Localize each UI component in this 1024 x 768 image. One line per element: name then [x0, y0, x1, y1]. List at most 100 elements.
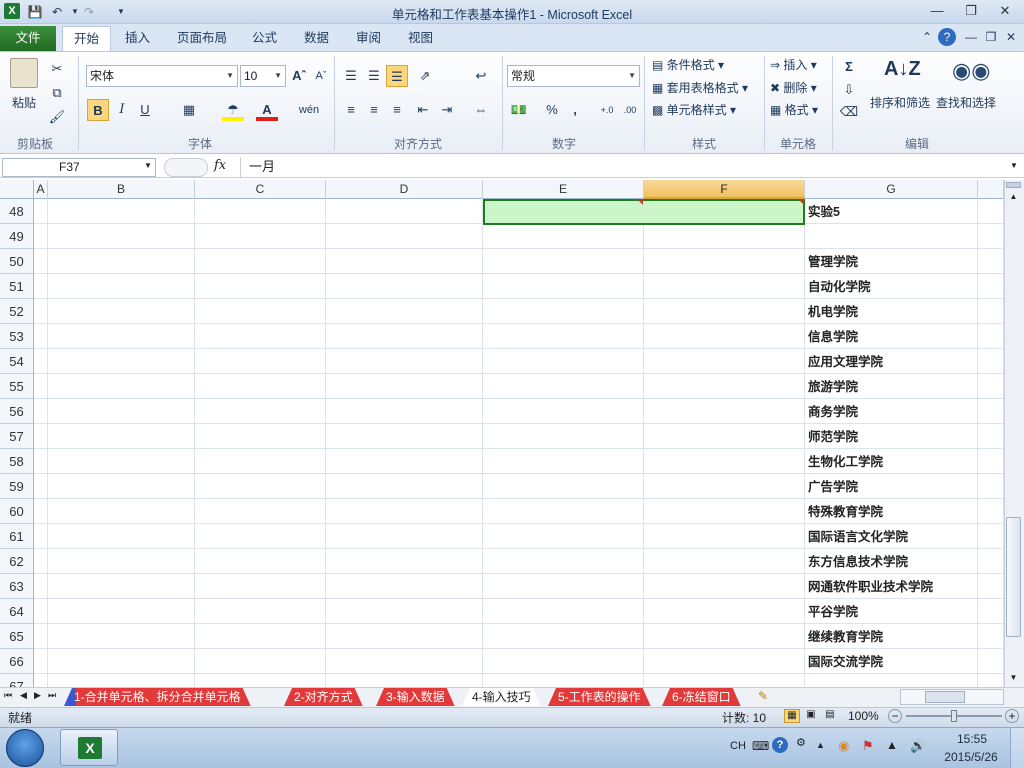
cell-a[interactable]	[34, 474, 48, 499]
tab-file[interactable]: 文件	[0, 26, 56, 51]
format-as-table-button[interactable]: ▦ 套用表格格式 ▾	[652, 79, 748, 96]
split-box-icon[interactable]	[1006, 182, 1021, 188]
horizontal-scrollbar[interactable]	[900, 689, 1004, 705]
zoom-slider-thumb[interactable]	[951, 710, 957, 722]
cell-a[interactable]	[34, 374, 48, 399]
phonetic-icon[interactable]: wén	[298, 99, 320, 121]
cell-d[interactable]	[326, 574, 483, 599]
cell-e[interactable]	[483, 449, 644, 474]
cell-e[interactable]	[483, 249, 644, 274]
sheet-tab-3[interactable]: 3-输入数据	[376, 688, 455, 706]
cell-h[interactable]	[978, 649, 1004, 674]
cell-a[interactable]	[34, 249, 48, 274]
keyboard-icon[interactable]: ⌨	[752, 739, 769, 753]
cell-h[interactable]	[978, 599, 1004, 624]
security-tray-icon[interactable]: ◉	[838, 738, 849, 754]
cell-b[interactable]	[48, 224, 195, 249]
page-layout-view-icon[interactable]: ▣	[803, 709, 819, 723]
row-header[interactable]: 66	[0, 649, 34, 674]
cell-b[interactable]	[48, 399, 195, 424]
cell-a[interactable]	[34, 349, 48, 374]
taskbar-excel-button[interactable]: X	[60, 729, 118, 766]
cell-d[interactable]	[326, 524, 483, 549]
cell-c[interactable]	[195, 549, 326, 574]
cell-e[interactable]	[483, 674, 644, 687]
last-sheet-icon[interactable]: ⏭	[48, 690, 56, 701]
zoom-in-icon[interactable]: +	[1005, 709, 1019, 723]
scroll-up-icon[interactable]: ▲	[1006, 190, 1021, 204]
sheet-tab-2[interactable]: 2-对齐方式	[284, 688, 363, 706]
cell-a[interactable]	[34, 199, 48, 224]
cell-h[interactable]	[978, 199, 1004, 224]
cell-h[interactable]	[978, 624, 1004, 649]
row-header[interactable]: 59	[0, 474, 34, 499]
format-painter-icon[interactable]: 🖌	[46, 106, 68, 128]
sort-filter-button[interactable]: A↓Z 排序和筛选	[868, 56, 932, 120]
first-sheet-icon[interactable]: ⏮	[4, 690, 12, 701]
cell-a[interactable]	[34, 499, 48, 524]
cell-c[interactable]	[195, 674, 326, 687]
row-header[interactable]: 60	[0, 499, 34, 524]
row-header[interactable]: 64	[0, 599, 34, 624]
cell-f[interactable]	[644, 274, 805, 299]
cell-d[interactable]	[326, 224, 483, 249]
cell-g[interactable]: 东方信息技术学院	[805, 549, 978, 574]
cell-b[interactable]	[48, 374, 195, 399]
font-color-icon[interactable]: A	[256, 99, 278, 121]
row-header[interactable]: 57	[0, 424, 34, 449]
cell-d[interactable]	[326, 199, 483, 224]
cell-d[interactable]	[326, 424, 483, 449]
cell-f[interactable]	[644, 374, 805, 399]
cell-b[interactable]	[48, 249, 195, 274]
cell-d[interactable]	[326, 324, 483, 349]
cell-c[interactable]	[195, 499, 326, 524]
cell-b[interactable]	[48, 599, 195, 624]
cell-g[interactable]: 特殊教育学院	[805, 499, 978, 524]
cell-g[interactable]: 继续教育学院	[805, 624, 978, 649]
cell-g[interactable]: 广告学院	[805, 474, 978, 499]
tab-view[interactable]: 视图	[397, 26, 444, 51]
cell-c[interactable]	[195, 424, 326, 449]
cell-a[interactable]	[34, 449, 48, 474]
cell-c[interactable]	[195, 449, 326, 474]
tab-home[interactable]: 开始	[62, 26, 112, 51]
cell-e[interactable]	[483, 524, 644, 549]
cell-g[interactable]: 商务学院	[805, 399, 978, 424]
cell-g[interactable]: 国际语言文化学院	[805, 524, 978, 549]
next-sheet-icon[interactable]: ▶	[34, 690, 41, 701]
cell-b[interactable]	[48, 649, 195, 674]
row-header[interactable]: 56	[0, 399, 34, 424]
cell-c[interactable]	[195, 649, 326, 674]
cell-f[interactable]	[644, 524, 805, 549]
cell-g[interactable]: 旅游学院	[805, 374, 978, 399]
cell-b[interactable]	[48, 349, 195, 374]
cell-c[interactable]	[195, 524, 326, 549]
workbook-minimize-icon[interactable]: —	[962, 28, 980, 46]
cell-a[interactable]	[34, 574, 48, 599]
cell-c[interactable]	[195, 249, 326, 274]
sheet-tab-4[interactable]: 4-输入技巧	[462, 688, 541, 706]
conditional-format-button[interactable]: ▤ 条件格式 ▾	[652, 56, 724, 73]
column-header-c[interactable]: C	[195, 180, 326, 199]
row-header[interactable]: 61	[0, 524, 34, 549]
underline-button[interactable]: U	[134, 99, 156, 121]
cell-styles-button[interactable]: ▩ 单元格样式 ▾	[652, 101, 736, 118]
cell-b[interactable]	[48, 324, 195, 349]
cell-d[interactable]	[326, 649, 483, 674]
cell-e[interactable]	[483, 424, 644, 449]
cell-a[interactable]	[34, 649, 48, 674]
cell-d[interactable]	[326, 599, 483, 624]
merge-center-icon[interactable]: ⇔	[470, 99, 492, 121]
row-header[interactable]: 53	[0, 324, 34, 349]
row-header[interactable]: 51	[0, 274, 34, 299]
cell-a[interactable]	[34, 299, 48, 324]
help-icon[interactable]: ?	[938, 28, 956, 46]
column-header-d[interactable]: D	[326, 180, 483, 199]
cell-e[interactable]	[483, 599, 644, 624]
cell-c[interactable]	[195, 624, 326, 649]
cell-h[interactable]	[978, 374, 1004, 399]
row-header[interactable]: 65	[0, 624, 34, 649]
cell-c[interactable]	[195, 574, 326, 599]
column-header-b[interactable]: B	[48, 180, 195, 199]
cell-h[interactable]	[978, 474, 1004, 499]
